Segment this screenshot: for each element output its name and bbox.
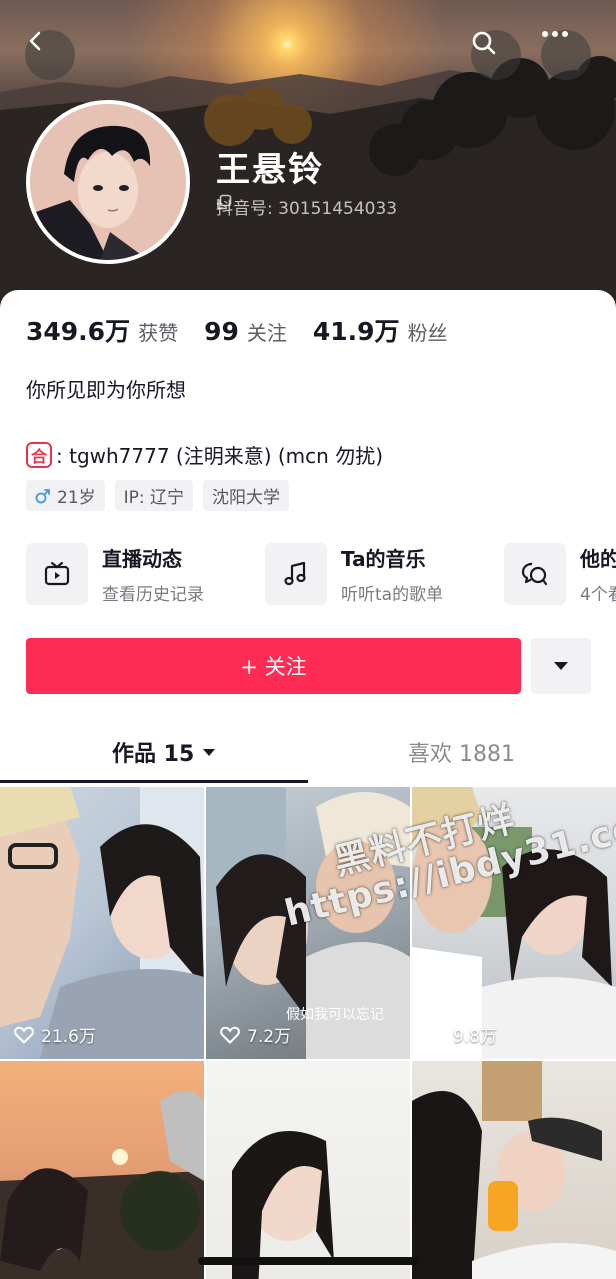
music-note-icon — [284, 561, 306, 586]
tag-school-text: 沈阳大学 — [212, 488, 281, 508]
chevron-left-icon — [29, 31, 41, 51]
video-thumbnail[interactable] — [206, 1061, 410, 1279]
feature-groups-subtitle: 4个看 — [580, 585, 616, 605]
nickname: 王悬铃 — [216, 150, 324, 190]
video-likes: 21.6万 — [14, 1022, 96, 1047]
video-likes-count: 9.8万 — [453, 1027, 498, 1047]
tag-school[interactable]: 沈阳大学 — [203, 480, 290, 511]
heart-icon — [426, 1026, 446, 1044]
copy-icon[interactable] — [216, 194, 232, 210]
feature-music[interactable]: Ta的音乐 听听ta的歌单 — [265, 543, 443, 605]
back-button[interactable] — [25, 30, 75, 80]
profile-tags: 21岁 IP: 辽宁 沈阳大学 — [26, 480, 290, 511]
feature-live[interactable]: 直播动态 查看历史记录 — [26, 543, 204, 605]
caret-down-icon — [554, 662, 568, 670]
avatar-illustration — [30, 104, 186, 260]
video-thumbnail-image — [0, 787, 204, 1059]
cover-banner: 王悬铃 抖音号: 30151454033 — [0, 0, 616, 320]
tag-ip-text: IP: 辽宁 — [123, 488, 185, 508]
video-likes: 9.8万 — [426, 1022, 497, 1047]
tab-likes[interactable]: 喜欢 1881 — [408, 736, 515, 768]
feature-groups-icon-box — [504, 543, 566, 605]
search-button[interactable] — [471, 30, 521, 80]
followers-count[interactable]: 41.9万 — [313, 312, 400, 348]
feature-music-subtitle: 听听ta的歌单 — [341, 585, 444, 605]
heart-icon — [14, 1026, 34, 1044]
chat-bubbles-icon — [521, 562, 548, 586]
more-button[interactable] — [541, 30, 591, 80]
tv-icon — [44, 561, 70, 586]
video-likes-count: 7.2万 — [247, 1027, 292, 1047]
feature-music-title: Ta的音乐 — [341, 547, 426, 571]
follow-button[interactable]: + 关注 — [26, 638, 521, 694]
male-icon — [35, 488, 50, 503]
followers-label[interactable]: 粉丝 — [408, 317, 448, 346]
following-count[interactable]: 99 — [204, 317, 239, 346]
heart-icon — [220, 1026, 240, 1044]
video-thumbnail[interactable] — [0, 1061, 204, 1279]
video-caption: 假如我可以忘记 — [286, 1007, 384, 1023]
recommend-dropdown-button[interactable] — [531, 638, 591, 694]
profile-card: 349.6万 获赞 99 关注 41.9万 粉丝 你所见即为你所想 合 : tg… — [0, 290, 616, 1279]
following-label[interactable]: 关注 — [247, 317, 287, 346]
likes-count: 349.6万 — [26, 317, 131, 346]
feature-live-title: 直播动态 — [102, 547, 182, 571]
home-indicator[interactable] — [198, 1257, 418, 1265]
video-thumbnail-image — [232, 1131, 334, 1279]
feature-groups[interactable]: 他的 4个看 — [504, 543, 616, 605]
bio: 你所见即为你所想 — [26, 378, 186, 402]
video-likes-count: 21.6万 — [41, 1027, 96, 1047]
cooperation-badge: 合 — [26, 441, 52, 468]
feature-row: 直播动态 查看历史记录 Ta的音乐 听听ta的歌单 他的 4个 — [26, 543, 616, 607]
contact-line: 合 : tgwh7777 (注明来意) (mcn 勿扰) — [26, 440, 383, 469]
feature-live-subtitle: 查看历史记录 — [102, 585, 204, 605]
follow-button-label: + 关注 — [240, 655, 307, 679]
more-horizontal-icon — [542, 31, 568, 37]
stats-row: 349.6万 获赞 99 关注 41.9万 粉丝 — [26, 312, 474, 348]
search-icon — [472, 31, 496, 55]
douyin-id-text: 抖音号: 30151454033 — [216, 199, 398, 219]
feature-music-icon-box — [265, 543, 327, 605]
feature-groups-title: 他的 — [580, 547, 616, 571]
video-likes: 7.2万 — [220, 1022, 291, 1047]
tag-age-text: 21岁 — [57, 488, 96, 508]
active-tab-indicator — [0, 780, 308, 783]
video-thumbnail[interactable] — [412, 1061, 616, 1279]
feature-live-icon-box — [26, 543, 88, 605]
contact-text: : tgwh7777 (注明来意) (mcn 勿扰) — [56, 444, 384, 468]
tag-ip: IP: 辽宁 — [114, 480, 194, 511]
tab-works[interactable]: 作品 15 — [112, 736, 216, 768]
tab-likes-label: 喜欢 1881 — [408, 742, 515, 767]
content-tabs: 作品 15 喜欢 1881 — [0, 720, 616, 784]
avatar[interactable] — [26, 100, 190, 264]
likes-label: 获赞 — [138, 321, 179, 345]
video-thumbnail-image — [0, 1091, 204, 1279]
tag-age: 21岁 — [26, 480, 105, 511]
video-thumbnail-image — [412, 1061, 616, 1279]
video-thumbnail[interactable]: 21.6万 — [0, 787, 204, 1059]
douyin-id: 抖音号: 30151454033 — [216, 194, 397, 219]
tab-works-label: 作品 15 — [112, 742, 195, 767]
caret-down-icon — [203, 748, 216, 756]
